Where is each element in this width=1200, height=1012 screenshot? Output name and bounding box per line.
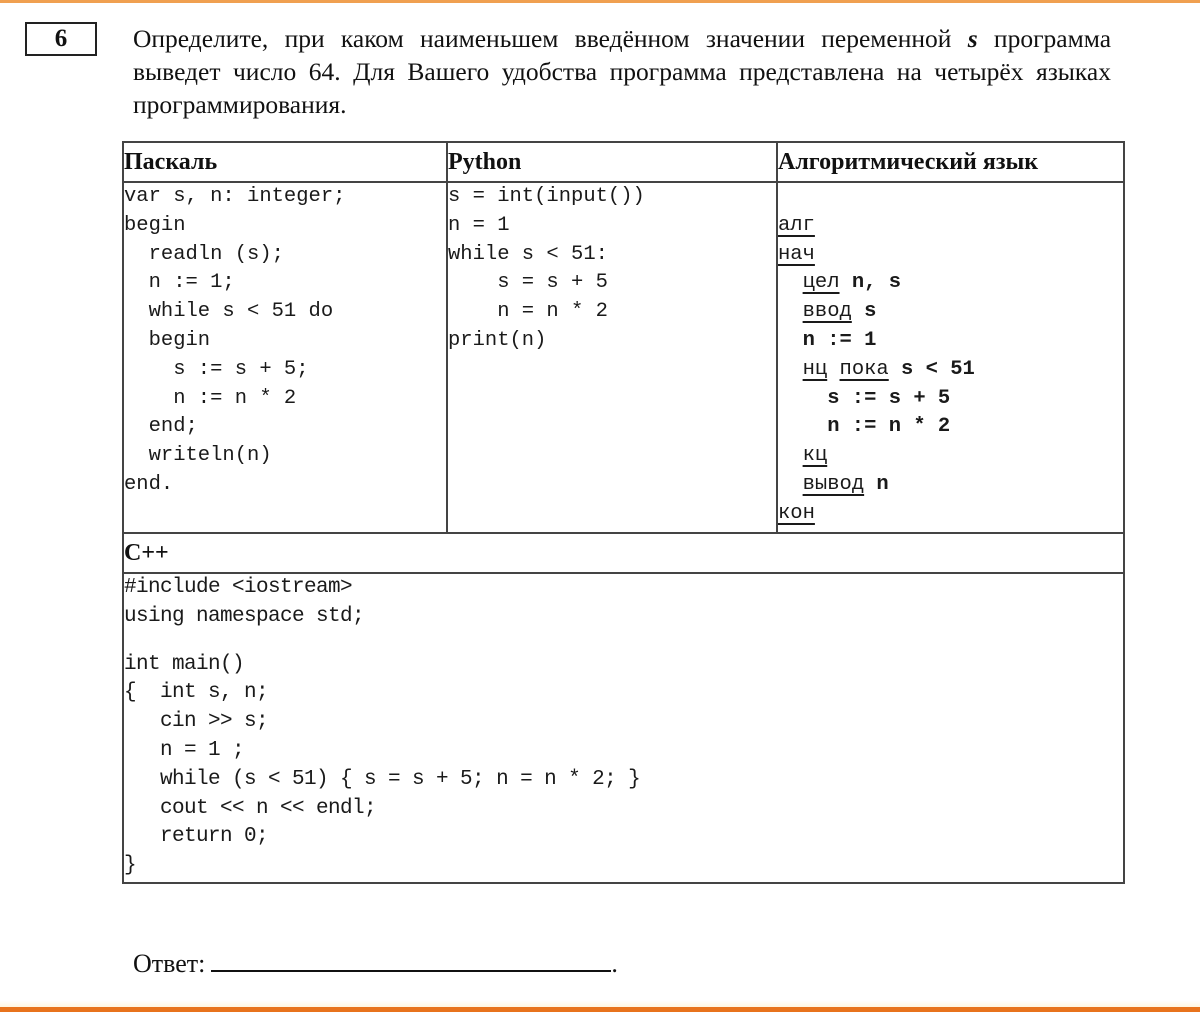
pascal-cell: var s, n: integer; begin readln (s); n :=… (122, 181, 448, 534)
cpp-header-row: C++ (122, 532, 1125, 574)
code-line: begin (124, 328, 211, 352)
question-variable: s (967, 24, 978, 53)
code-line: кц (778, 442, 1123, 471)
code-line: n = 1 (448, 213, 510, 237)
code-row: var s, n: integer; begin readln (s); n :=… (122, 181, 1125, 534)
code-line: цел n, s (802, 271, 902, 295)
code-line: writeln(n) (124, 444, 272, 468)
answer-row: Ответ:. (133, 944, 618, 981)
code-line: n := n * 2 (124, 386, 297, 410)
code-line: { int s, n; (124, 681, 269, 705)
cpp-cell: #include <iostream> using namespace std; i… (122, 572, 1125, 884)
code-line: cin >> s; (124, 710, 269, 734)
keyword: алг (778, 213, 815, 237)
code-line: begin (124, 213, 186, 237)
pascal-code: var s, n: integer; begin readln (s); n :=… (124, 183, 446, 500)
algo-cell: алг нач цел n, s ввод s n := 1 нц пока s … (776, 181, 1125, 534)
keyword: нач (778, 242, 815, 266)
code-line: n := 1 (778, 328, 877, 352)
code-line: #include <iostream> (124, 576, 353, 599)
code-line: readln (s); (124, 242, 284, 266)
question-part-1: Определите, при каком наименьшем введённ… (133, 24, 968, 53)
task-number-box: 6 (25, 22, 97, 56)
code-line: } (124, 854, 137, 878)
code-line: end. (124, 472, 174, 496)
header-algo: Алгоритмический язык (776, 141, 1125, 183)
code-line: нач (778, 241, 1123, 270)
code-line: вывод n (802, 472, 889, 496)
code-line: n = 1 ; (124, 738, 245, 762)
code-line: s := s + 5; (124, 357, 309, 381)
python-code: s = int(input()) n = 1 while s < 51: s = s… (448, 183, 776, 356)
code-line: while s < 51 do (124, 300, 334, 324)
code-line: print(n) (448, 328, 547, 352)
code-line: while (s < 51) { s = s + 5; n = n * 2; } (124, 767, 641, 791)
keyword: пока (839, 357, 889, 381)
algo-code: алг нач цел n, s ввод s n := 1 нц пока s … (778, 183, 1123, 529)
header-python: Python (446, 141, 778, 183)
keyword: вывод (802, 472, 865, 496)
code-line: int main() (124, 652, 245, 676)
keyword: нц (802, 357, 828, 381)
code-line: cout << n << endl; (124, 796, 377, 820)
bottom-accent-rule (0, 1007, 1200, 1012)
answer-dot: . (611, 949, 618, 978)
keyword: цел (802, 271, 840, 295)
code-table: Паскаль Python Алгоритмический язык var … (122, 141, 1125, 884)
code-line: s := s + 5 (778, 386, 951, 410)
keyword: кц (802, 444, 828, 468)
bottom-fade (0, 1000, 1200, 1007)
question-text: Определите, при каком наименьшем введённ… (133, 22, 1111, 121)
header-pascal: Паскаль (122, 141, 448, 183)
code-line: алг (778, 212, 1123, 241)
top-accent-rule (0, 0, 1200, 3)
code-line: return 0; (124, 825, 269, 849)
code-line: ввод s (802, 300, 877, 324)
code-line: n := 1; (124, 271, 235, 295)
code-line: while s < 51: (448, 242, 608, 266)
code-line: кон (778, 500, 1123, 529)
cpp-code: #include <iostream> using namespace std; i… (124, 574, 1123, 881)
code-line: s = s + 5 (448, 271, 608, 295)
keyword: ввод (802, 300, 852, 324)
code-line: end; (124, 415, 198, 439)
code-line: n = n * 2 (448, 300, 608, 324)
header-row: Паскаль Python Алгоритмический язык (122, 141, 1125, 183)
task-number: 6 (54, 25, 68, 52)
keyword: кон (778, 501, 815, 525)
answer-field[interactable] (211, 944, 612, 972)
code-line: using namespace std; (124, 604, 365, 628)
code-line: s = int(input()) (448, 185, 645, 208)
python-cell: s = int(input()) n = 1 while s < 51: s = s… (446, 181, 778, 534)
code-line: нц пока s < 51 (802, 357, 975, 381)
answer-label: Ответ: (133, 949, 206, 978)
code-line: var s, n: integer; (124, 185, 346, 208)
cpp-code-row: #include <iostream> using namespace std; i… (122, 572, 1125, 884)
header-cpp: C++ (122, 532, 1125, 574)
code-line: n := n * 2 (778, 415, 951, 439)
